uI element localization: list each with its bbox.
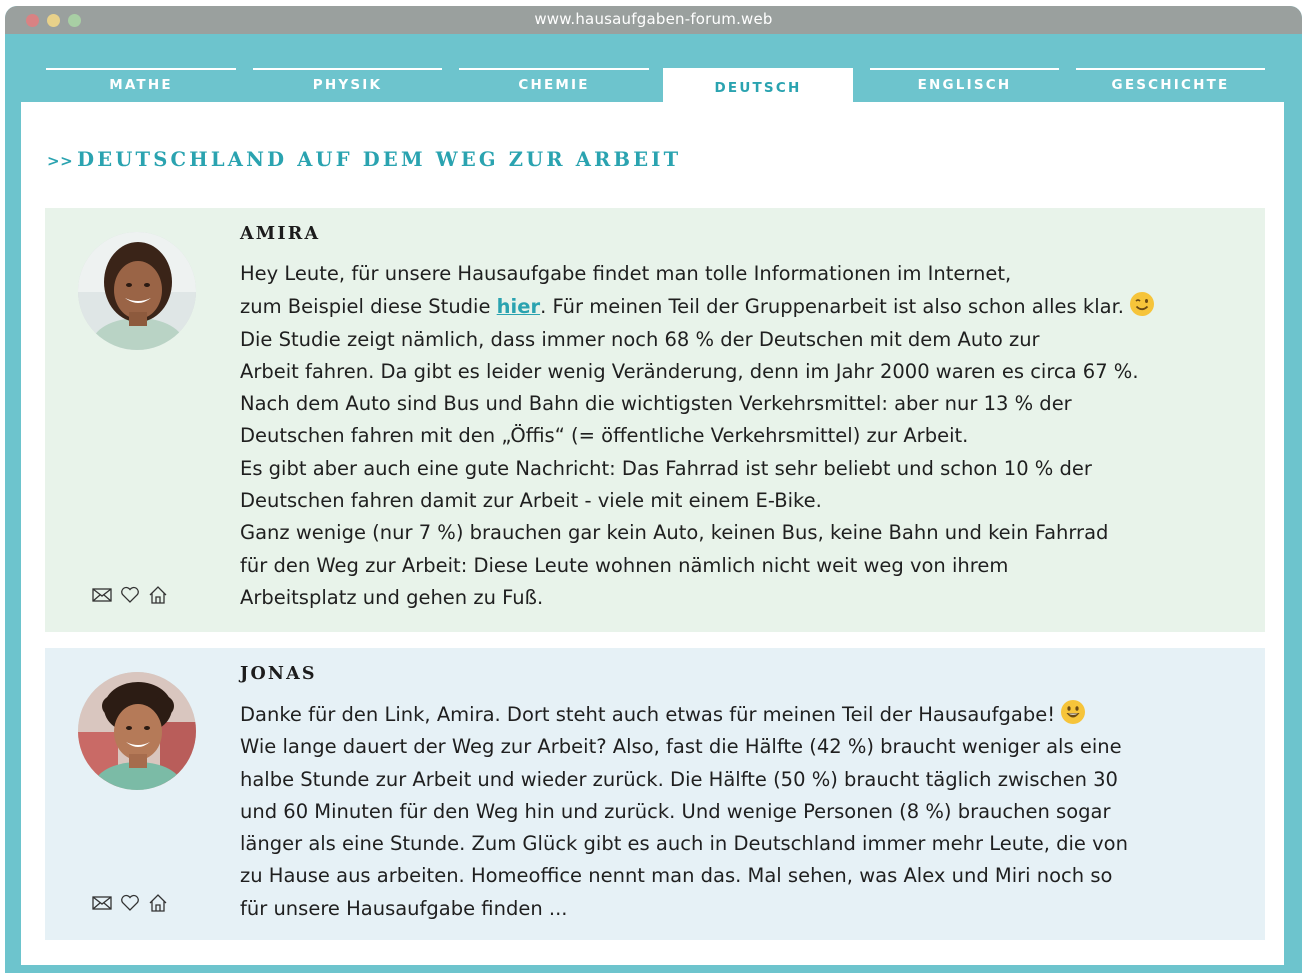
post-line: Deutschen fahren damit zur Arbeit - viel… (240, 489, 822, 513)
post-line: für unsere Hausaufgabe finden ... (240, 896, 568, 920)
post-line-text: zum Beispiel diese Studie (240, 295, 497, 319)
heart-icon[interactable] (119, 892, 141, 914)
post-line: Danke für den Link, Amira. Dort steht au… (240, 698, 1250, 731)
post-line: zum Beispiel diese Studie hier. Für mein… (240, 290, 1250, 323)
post-line: Deutschen fahren mit den „Öffis“ (= öffe… (240, 424, 969, 448)
title-bar: www.hausaufgaben-forum.web (5, 6, 1302, 34)
post-line: halbe Stunde zur Arbeit und wieder zurüc… (240, 767, 1118, 791)
avatar[interactable] (78, 672, 196, 790)
post-line: Arbeit fahren. Da gibt es leider wenig V… (240, 359, 1139, 383)
title-arrows: >> (47, 152, 74, 170)
post-line: Die Studie zeigt nämlich, dass immer noc… (240, 327, 1040, 351)
subject-tabs: MATHE PHYSIK CHEMIE DEUTSCH ENGLISCH GES… (5, 34, 1302, 104)
post-body: Hey Leute, für unsere Hausaufgabe findet… (240, 258, 1250, 614)
tab-geschichte[interactable]: GESCHICHTE (1076, 68, 1265, 104)
home-icon[interactable] (147, 892, 169, 914)
mail-icon[interactable] (91, 892, 113, 914)
browser-window: www.hausaufgaben-forum.web MATHE PHYSIK … (5, 6, 1302, 973)
post-body: Danke für den Link, Amira. Dort steht au… (240, 698, 1250, 925)
forum-post-amira: AMIRA Hey Leute, für unsere Hausaufgabe … (45, 208, 1265, 632)
thread-title: >> DEUTSCHLAND AUF DEM WEG ZUR ARBEIT (47, 148, 681, 171)
post-line: länger als eine Stunde. Zum Glück gibt e… (240, 832, 1128, 856)
tab-mathe[interactable]: MATHE (46, 68, 236, 104)
heart-icon[interactable] (119, 584, 141, 606)
post-line: Nach dem Auto sind Bus und Bahn die wich… (240, 392, 1072, 416)
mail-icon[interactable] (91, 584, 113, 606)
avatar[interactable] (78, 232, 196, 350)
post-line: Arbeitsplatz und gehen zu Fuß. (240, 585, 544, 609)
post-line: Es gibt aber auch eine gute Nachricht: D… (240, 456, 1092, 480)
post-actions (91, 584, 169, 606)
tab-chemie[interactable]: CHEMIE (459, 68, 649, 104)
post-line: Wie lange dauert der Weg zur Arbeit? Als… (240, 735, 1122, 759)
forum-content: >> DEUTSCHLAND AUF DEM WEG ZUR ARBEIT AM… (21, 102, 1284, 965)
post-line: Ganz wenige (nur 7 %) brauchen gar kein … (240, 521, 1109, 545)
wink-emoji-icon (1128, 290, 1156, 318)
post-line: und 60 Minuten für den Weg hin und zurüc… (240, 799, 1111, 823)
post-line: für den Weg zur Arbeit: Diese Leute wohn… (240, 553, 1009, 577)
tab-deutsch[interactable]: DEUTSCH (663, 68, 853, 104)
post-line-text: . Für meinen Teil der Gruppenarbeit ist … (540, 295, 1124, 319)
study-link[interactable]: hier (497, 295, 540, 318)
grin-emoji-icon (1059, 698, 1087, 726)
post-actions (91, 892, 169, 914)
tab-englisch[interactable]: ENGLISCH (870, 68, 1059, 104)
post-author: AMIRA (240, 224, 321, 244)
thread-title-text: DEUTSCHLAND AUF DEM WEG ZUR ARBEIT (77, 148, 682, 171)
post-line: Hey Leute, für unsere Hausaufgabe findet… (240, 262, 1012, 285)
post-line-text: Danke für den Link, Amira. Dort steht au… (240, 703, 1056, 726)
post-line: zu Hause aus arbeiten. Homeoffice nennt … (240, 864, 1113, 888)
post-author: JONAS (240, 664, 317, 684)
address-bar[interactable]: www.hausaufgaben-forum.web (5, 10, 1302, 28)
home-icon[interactable] (147, 584, 169, 606)
forum-post-jonas: JONAS Danke für den Link, Amira. Dort st… (45, 648, 1265, 940)
tab-physik[interactable]: PHYSIK (253, 68, 442, 104)
